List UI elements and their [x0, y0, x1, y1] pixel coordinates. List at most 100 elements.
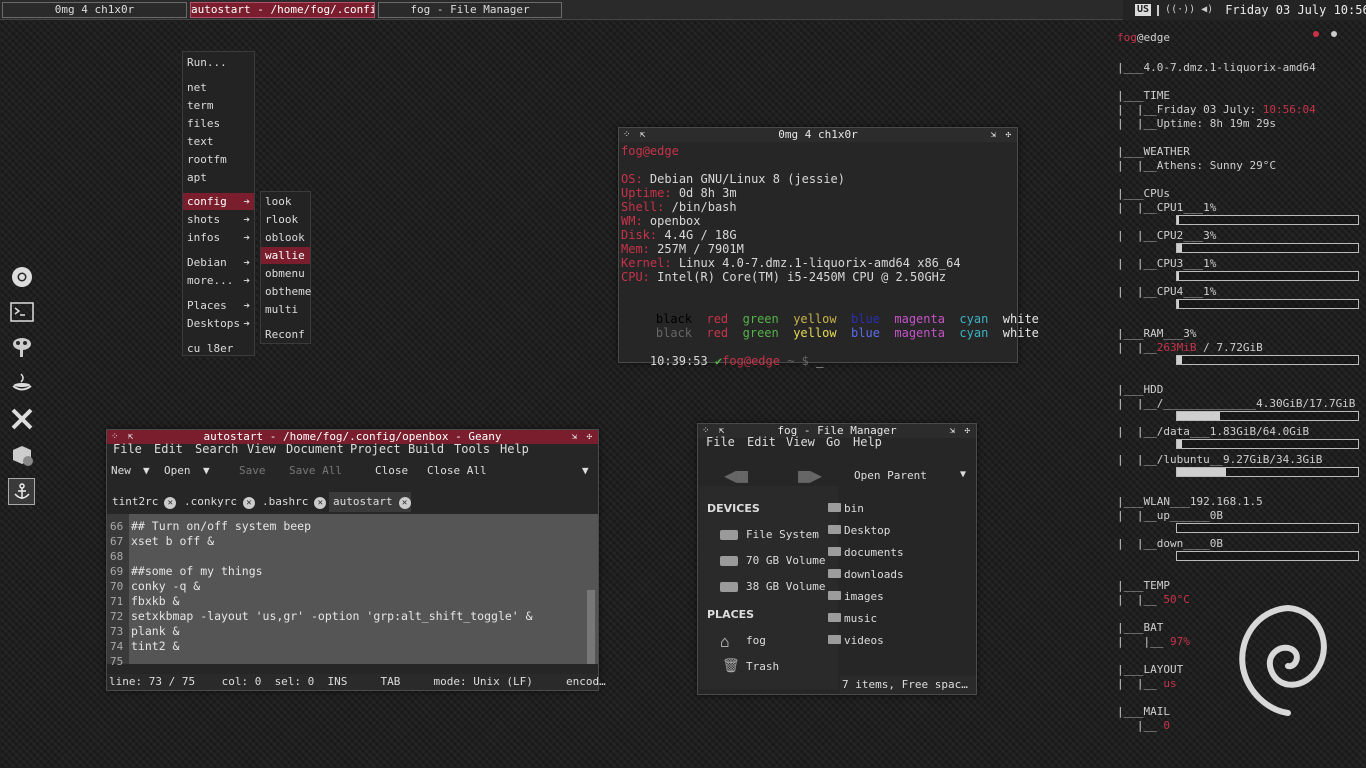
menu-item-run[interactable]: Run... [183, 54, 254, 71]
list-item[interactable]: videos [828, 634, 884, 647]
submenu-item-look[interactable]: look [261, 193, 310, 210]
list-item[interactable]: bin [828, 502, 864, 515]
menu-item-rootfm[interactable]: rootfm [183, 151, 254, 168]
forward-arrow-icon[interactable]: ■▶ [798, 464, 822, 486]
window-controls[interactable]: ⇲ ✣ [572, 430, 594, 444]
terminal-window: ⁘ ⇱ 0mg 4 ch1x0r ⇲ ✣ fog@edge OS: Debian… [618, 127, 1039, 368]
menu-edit[interactable]: Edit [154, 442, 183, 456]
menu-go[interactable]: Go [826, 435, 840, 449]
window-controls[interactable]: ⇲ ✣ [991, 128, 1013, 142]
close-tab-icon[interactable]: ✕ [164, 497, 177, 509]
taskbar-item-terminal[interactable]: 0mg 4 ch1x0r [2, 2, 187, 18]
tools-icon[interactable] [8, 405, 35, 432]
window-controls[interactable]: ⇲ ✣ [950, 424, 972, 438]
chromium-icon[interactable] [8, 263, 35, 290]
submenu-arrow-icon: ➔ [243, 274, 250, 287]
menu-edit[interactable]: Edit [747, 435, 776, 449]
menu-build[interactable]: Build [408, 442, 444, 456]
menu-project[interactable]: Project [350, 442, 401, 456]
menu-item-more[interactable]: more... ➔ [183, 272, 254, 289]
debian-swirl-logo [1239, 605, 1327, 716]
term-prompt[interactable]: 10:39:53 ✔fog@edge ~ $ _ [621, 340, 823, 368]
new-button[interactable]: New [111, 464, 131, 477]
menu-item-debian[interactable]: Debian ➔ [183, 254, 254, 271]
list-item[interactable]: documents [828, 546, 904, 559]
wifi-icon[interactable]: ((·)) [1165, 4, 1195, 16]
conky-cpu4: | |__CPU4___1% [1117, 285, 1217, 298]
place-trash[interactable]: Trash [746, 660, 779, 673]
menu-document[interactable]: Document [286, 442, 344, 456]
submenu-item-wallie[interactable]: wallie [261, 247, 310, 264]
menu-item-desktops[interactable]: Desktops ➔ [183, 315, 254, 332]
device-70gb-volume[interactable]: 70 GB Volume [746, 554, 825, 567]
menu-item-config[interactable]: config ➔ [183, 193, 254, 210]
menu-item-shots[interactable]: shots ➔ [183, 211, 254, 228]
location-dropdown-icon[interactable]: ▼ [960, 469, 966, 480]
close-tab-icon[interactable]: ✕ [314, 497, 327, 509]
list-item[interactable]: downloads [828, 568, 904, 581]
new-dropdown-icon[interactable]: ▼ [143, 464, 150, 477]
menu-tools[interactable]: Tools [454, 442, 490, 456]
clock[interactable]: Friday 03 July 10:56:05 [1225, 3, 1366, 17]
device-file-system[interactable]: File System [746, 528, 819, 541]
menu-help[interactable]: Help [853, 435, 882, 449]
menu-file[interactable]: File [706, 435, 735, 449]
open-dropdown-icon[interactable]: ▼ [203, 464, 210, 477]
list-item[interactable]: music [828, 612, 877, 625]
submenu-item-reconf[interactable]: Reconf [261, 326, 310, 343]
menu-item-apt[interactable]: apt [183, 169, 254, 186]
submenu-item-obmenu[interactable]: obmenu [261, 265, 310, 282]
menu-view[interactable]: View [247, 442, 276, 456]
close-all-button[interactable]: Close All [427, 464, 487, 477]
java-icon[interactable] [8, 369, 35, 396]
menu-help[interactable]: Help [500, 442, 529, 456]
volume-icon[interactable]: ◀) [1201, 4, 1213, 16]
taskbar-item-file-manager[interactable]: fog - File Manager [378, 2, 562, 18]
open-button[interactable]: Open [164, 464, 191, 477]
terminal-titlebar[interactable]: ⁘ ⇱ 0mg 4 ch1x0r ⇲ ✣ [619, 128, 1017, 142]
submenu-item-oblook[interactable]: oblook [261, 229, 310, 246]
open-parent-button[interactable]: Open Parent [854, 469, 927, 482]
menu-item-more-label: more... [187, 274, 234, 287]
menu-item-term[interactable]: term [183, 97, 254, 114]
list-item[interactable]: images [828, 590, 884, 603]
submenu-item-obtheme[interactable]: obtheme [261, 283, 311, 300]
menu-item-logout[interactable]: cu l8er [183, 340, 254, 357]
gimp-icon[interactable] [8, 333, 35, 360]
places-header: PLACES [707, 608, 755, 621]
package-icon[interactable] [8, 441, 35, 468]
toolbar-overflow-icon[interactable]: ▼ [582, 464, 589, 477]
menu-item-text[interactable]: text [183, 133, 254, 150]
conky-mail-header: |___MAIL [1117, 705, 1170, 718]
battery-icon[interactable] [1157, 4, 1160, 16]
back-arrow-icon[interactable]: ◀■ [724, 464, 748, 486]
menu-item-infos-label: infos [187, 231, 221, 244]
terminal-icon[interactable] [8, 298, 35, 325]
tab-autostart[interactable]: autostart ✕ [329, 492, 411, 512]
submenu-item-multi[interactable]: multi [261, 301, 310, 318]
editor-scrollbar[interactable] [587, 590, 595, 664]
device-38gb-volume[interactable]: 38 GB Volume [746, 580, 825, 593]
tab-tint2rc[interactable]: tint2rc ✕ [108, 492, 180, 512]
menu-item-infos[interactable]: infos ➔ [183, 229, 254, 246]
close-tab-icon[interactable]: ✕ [398, 497, 411, 509]
tab-bashrc[interactable]: .bashrc ✕ [258, 492, 329, 512]
save-button[interactable]: Save [239, 464, 266, 477]
window-menu-icon[interactable]: ⁘ ⇱ [623, 128, 647, 142]
menu-item-places[interactable]: Places ➔ [183, 297, 254, 314]
close-button[interactable]: Close [375, 464, 408, 477]
tab-conkyrc[interactable]: .conkyrc ✕ [180, 492, 258, 512]
menu-search[interactable]: Search [195, 442, 238, 456]
submenu-item-rlook[interactable]: rlook [261, 211, 310, 228]
menu-view[interactable]: View [786, 435, 815, 449]
menu-file[interactable]: File [113, 442, 142, 456]
anchor-icon[interactable] [8, 478, 35, 505]
place-fog[interactable]: fog [746, 634, 766, 647]
taskbar-item-geany[interactable]: autostart - /home/fog/.config [190, 2, 375, 18]
keyboard-layout-badge[interactable]: US [1135, 4, 1152, 16]
menu-item-net[interactable]: net [183, 79, 254, 96]
close-tab-icon[interactable]: ✕ [242, 497, 255, 509]
save-all-button[interactable]: Save All [289, 464, 342, 477]
menu-item-files[interactable]: files [183, 115, 254, 132]
list-item[interactable]: Desktop [828, 524, 890, 537]
